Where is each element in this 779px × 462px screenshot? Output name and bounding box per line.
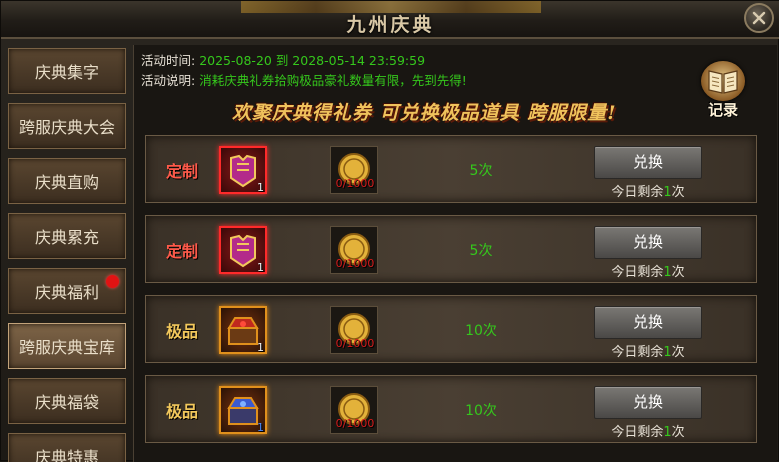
remain-suffix: 次 xyxy=(671,425,685,440)
remaining-today: 今日剩余1次 xyxy=(594,261,702,280)
sidebar-item-special-offer[interactable]: 庆典特惠 xyxy=(8,433,126,462)
remain-prefix: 今日剩余 xyxy=(611,185,664,200)
remain-prefix: 今日剩余 xyxy=(611,425,664,440)
time-label: 活动时间: xyxy=(141,53,196,68)
remain-count: 1 xyxy=(663,185,672,200)
sidebar-item-label: 庆典特惠 xyxy=(34,448,99,462)
close-icon xyxy=(752,11,766,25)
item-count: 1 xyxy=(257,341,264,354)
cost-coin-slot[interactable]: 0/1000 xyxy=(330,226,378,274)
cost-coin-slot[interactable]: 0/1000 xyxy=(330,306,378,354)
close-button[interactable] xyxy=(744,3,774,33)
activity-time: 活动时间: 2025-08-20 到 2028-05-14 23:59:59 xyxy=(141,50,425,69)
exchange-button[interactable]: 兑换 xyxy=(594,306,702,339)
sidebar-item-welfare[interactable]: 庆典福利 xyxy=(8,268,126,314)
coin-value: 0/1000 xyxy=(335,337,375,350)
exchange-button[interactable]: 兑换 xyxy=(594,146,702,179)
sidebar-item-label: 庆典累充 xyxy=(34,228,99,247)
reward-item-slot[interactable]: 1 xyxy=(219,386,267,434)
tier-label: 定制 xyxy=(166,242,199,261)
desc-value: 消耗庆典礼券拾购极品豪礼数量有限，先到先得! xyxy=(199,73,467,88)
item-count: 1 xyxy=(257,421,264,434)
sidebar-item-label: 庆典集字 xyxy=(34,63,99,82)
main-panel: 活动时间: 2025-08-20 到 2028-05-14 23:59:59 活… xyxy=(133,45,777,462)
event-window: 九州庆典 庆典集字 跨服庆典大会 庆典直购 庆典累充 庆典福利 跨服庆典宝库 庆… xyxy=(0,0,779,462)
remain-suffix: 次 xyxy=(671,345,685,360)
sidebar-nav: 庆典集字 跨服庆典大会 庆典直购 庆典累充 庆典福利 跨服庆典宝库 庆典福袋 庆… xyxy=(5,45,129,462)
remain-prefix: 今日剩余 xyxy=(611,265,664,280)
reward-item-slot[interactable]: 1 xyxy=(219,306,267,354)
notification-badge xyxy=(106,275,119,288)
sidebar-item-cumulative-recharge[interactable]: 庆典累充 xyxy=(8,213,126,259)
tier-label: 极品 xyxy=(166,322,199,341)
sidebar-item-label: 庆典福袋 xyxy=(34,393,99,412)
exchange-limit: 10次 xyxy=(465,323,497,339)
record-label: 记录 xyxy=(707,101,738,119)
coin-value: 0/1000 xyxy=(335,177,375,190)
reward-item-slot[interactable]: 1 xyxy=(219,226,267,274)
exchange-row: 极品 1 0/1000 10次 兑换 今日剩余1次 xyxy=(145,375,757,443)
remaining-today: 今日剩余1次 xyxy=(594,341,702,360)
book-icon xyxy=(701,61,745,101)
exchange-button[interactable]: 兑换 xyxy=(594,386,702,419)
activity-description: 活动说明: 消耗庆典礼券拾购极品豪礼数量有限，先到先得! xyxy=(141,70,467,89)
exchange-button[interactable]: 兑换 xyxy=(594,226,702,259)
event-slogan: 欢聚庆典得礼券 可兑换极品道具 跨服限量! xyxy=(232,102,617,124)
exchange-row: 定制 1 0/1000 5次 兑换 今日剩余1次 xyxy=(145,135,757,203)
sidebar-item-label: 庆典直购 xyxy=(34,173,99,192)
sidebar-item-label: 跨服庆典宝库 xyxy=(18,338,115,357)
exchange-limit: 10次 xyxy=(465,403,497,419)
remain-count: 1 xyxy=(663,345,672,360)
desc-label: 活动说明: xyxy=(141,73,196,88)
item-count: 1 xyxy=(257,261,264,274)
sidebar-item-cross-server-conference[interactable]: 跨服庆典大会 xyxy=(8,103,126,149)
title-bar: 九州庆典 xyxy=(1,1,779,39)
remain-suffix: 次 xyxy=(671,265,685,280)
reward-item-slot[interactable]: 1 xyxy=(219,146,267,194)
sidebar-item-lucky-bag[interactable]: 庆典福袋 xyxy=(8,378,126,424)
coin-value: 0/1000 xyxy=(335,417,375,430)
exchange-row: 极品 1 0/1000 10次 兑换 今日剩余1次 xyxy=(145,295,757,363)
remain-count: 1 xyxy=(663,425,672,440)
tier-label: 定制 xyxy=(166,162,199,181)
cost-coin-slot[interactable]: 0/1000 xyxy=(330,386,378,434)
item-count: 1 xyxy=(257,181,264,194)
sidebar-item-collect-words[interactable]: 庆典集字 xyxy=(8,48,126,94)
record-button[interactable]: 记录 xyxy=(697,61,749,121)
sidebar-item-label: 跨服庆典大会 xyxy=(18,118,115,137)
sidebar-item-direct-purchase[interactable]: 庆典直购 xyxy=(8,158,126,204)
exchange-row: 定制 1 0/1000 5次 兑换 今日剩余1次 xyxy=(145,215,757,283)
window-title: 九州庆典 xyxy=(346,14,435,36)
remain-prefix: 今日剩余 xyxy=(611,345,664,360)
remain-count: 1 xyxy=(663,265,672,280)
time-value: 2025-08-20 到 2028-05-14 23:59:59 xyxy=(199,53,426,68)
tier-label: 极品 xyxy=(166,402,199,421)
cost-coin-slot[interactable]: 0/1000 xyxy=(330,146,378,194)
exchange-limit: 5次 xyxy=(469,243,493,259)
sidebar-item-cross-server-treasury[interactable]: 跨服庆典宝库 xyxy=(8,323,126,369)
remain-suffix: 次 xyxy=(671,185,685,200)
sidebar-item-label: 庆典福利 xyxy=(34,283,99,302)
coin-value: 0/1000 xyxy=(335,257,375,270)
remaining-today: 今日剩余1次 xyxy=(594,181,702,200)
remaining-today: 今日剩余1次 xyxy=(594,421,702,440)
exchange-limit: 5次 xyxy=(469,163,493,179)
